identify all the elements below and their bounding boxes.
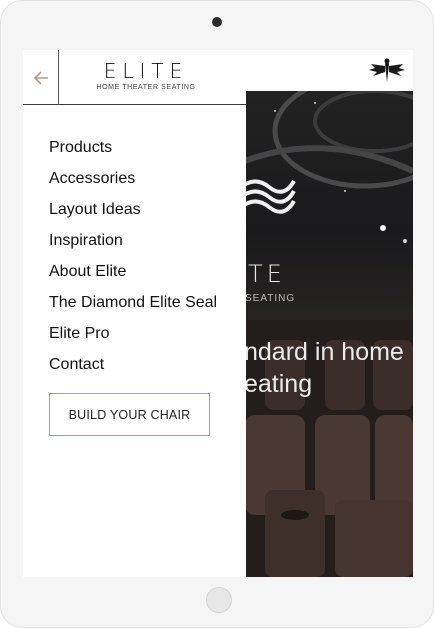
hero-tagline: ndard in home eating — [244, 338, 404, 398]
screen: ITE SEATING ndard in home eating ELITE H… — [23, 50, 413, 577]
menu-item-accessories[interactable]: Accessories — [49, 167, 217, 198]
menu-item-elite-pro[interactable]: Elite Pro — [49, 322, 217, 353]
build-your-chair-button[interactable]: BUILD YOUR CHAIR — [49, 393, 210, 436]
menu-item-contact[interactable]: Contact — [49, 353, 217, 384]
home-button[interactable] — [206, 587, 232, 613]
tablet-frame: ITE SEATING ndard in home eating ELITE H… — [0, 0, 434, 628]
brand-logo[interactable]: ELITE HOME THEATER SEATING — [91, 60, 201, 91]
menu-item-inspiration[interactable]: Inspiration — [49, 229, 217, 260]
menu-item-products[interactable]: Products — [49, 136, 217, 167]
nav-menu: Products Accessories Layout Ideas Inspir… — [49, 136, 217, 384]
back-button[interactable] — [23, 50, 59, 105]
hero-subtitle: SEATING — [245, 293, 296, 304]
drawer-header: ELITE HOME THEATER SEATING — [23, 50, 246, 105]
arrow-left-icon — [33, 70, 48, 85]
camera-dot — [212, 17, 222, 27]
menu-item-diamond-elite-seal[interactable]: The Diamond Elite Seal — [49, 291, 217, 322]
logo-subtitle: HOME THEATER SEATING — [96, 84, 196, 91]
menu-item-layout-ideas[interactable]: Layout Ideas — [49, 198, 217, 229]
waves-logo-icon — [239, 179, 296, 214]
logo-wordmark: ELITE — [103, 59, 189, 83]
menu-item-about-elite[interactable]: About Elite — [49, 260, 217, 291]
navigation-drawer: ELITE HOME THEATER SEATING Products Acce… — [23, 50, 246, 577]
eagle-emblem-icon[interactable] — [369, 56, 405, 84]
